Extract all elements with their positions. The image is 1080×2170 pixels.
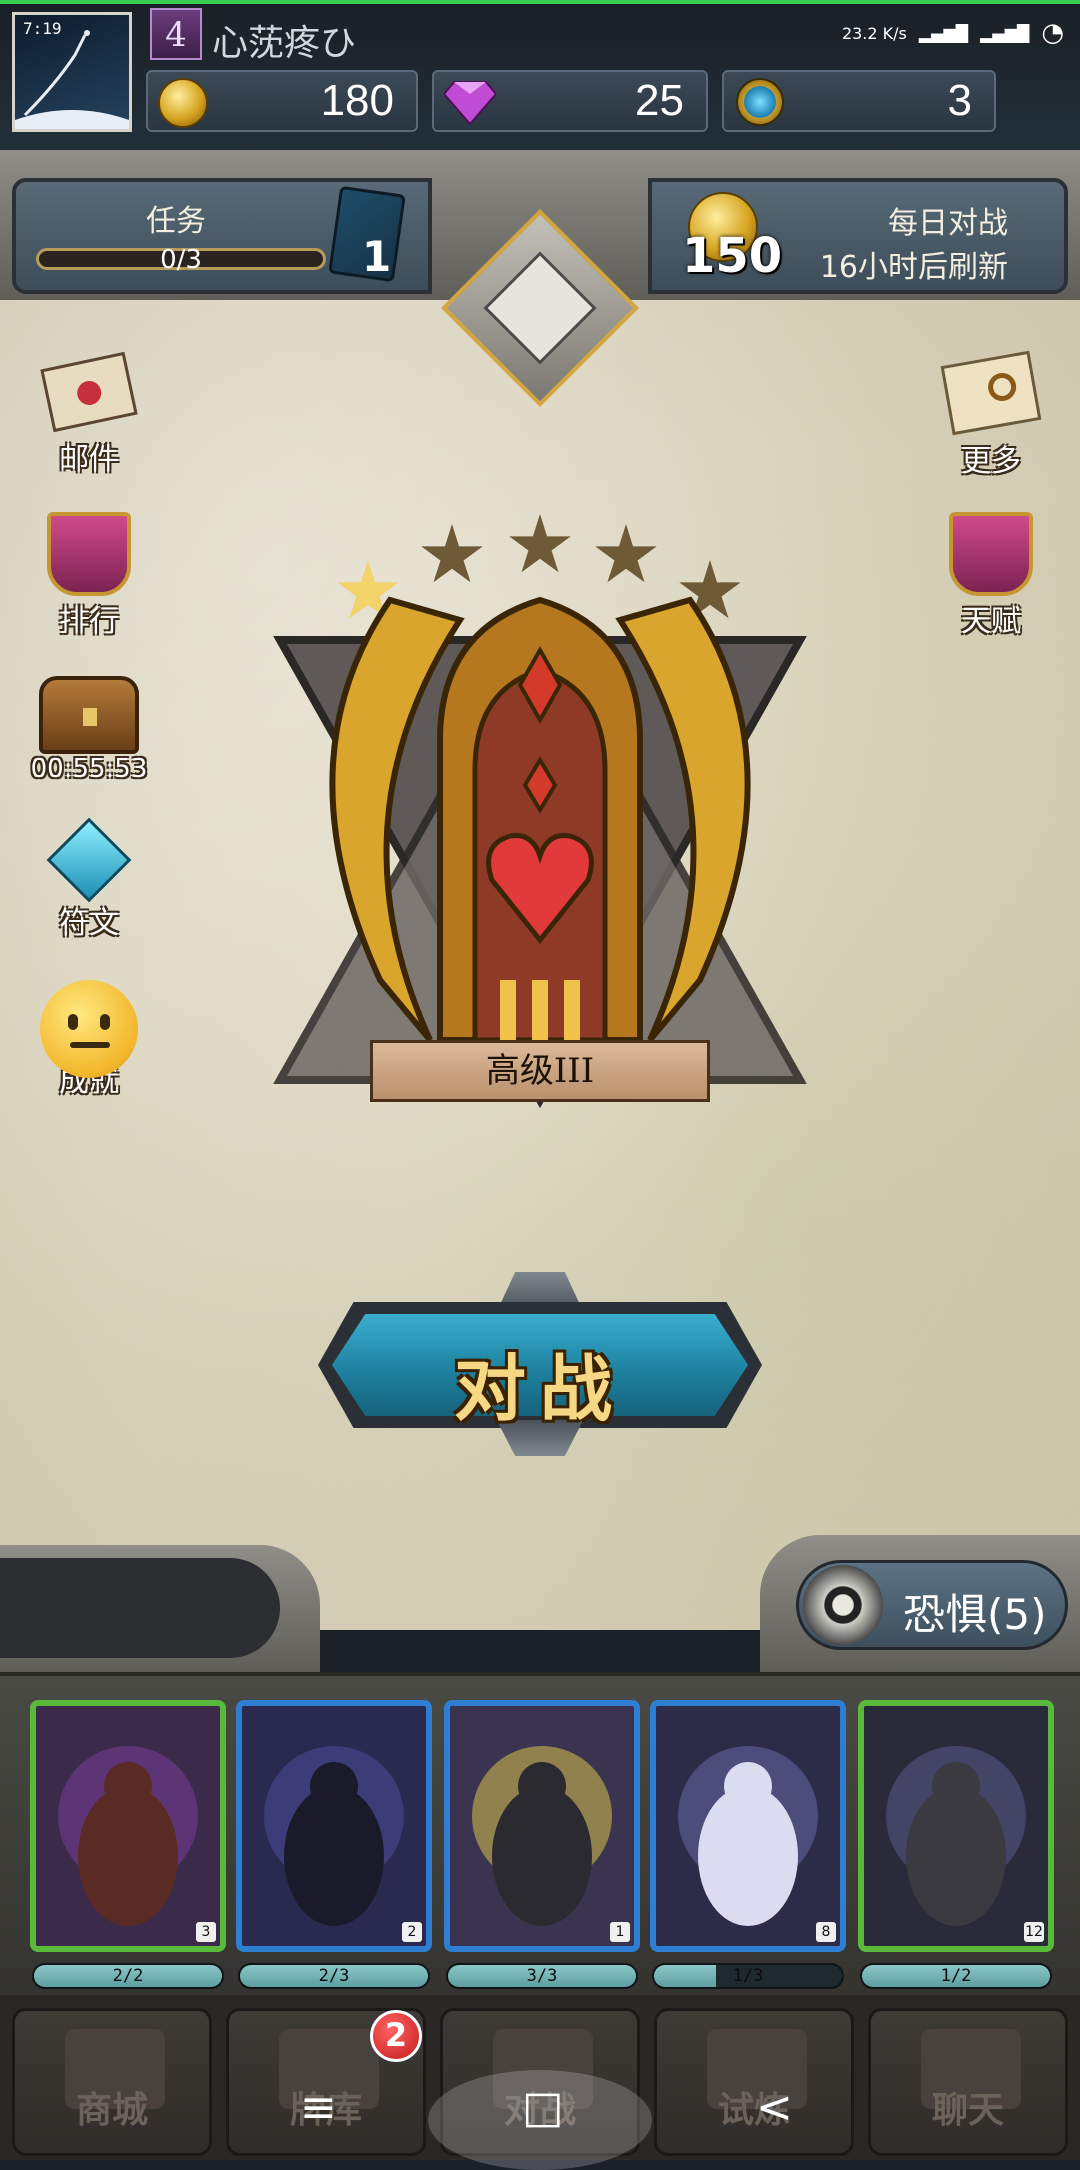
avatar[interactable]: 7:19: [12, 12, 132, 132]
chest-timer: 00:55:53: [30, 754, 148, 784]
battle-label: 对战: [453, 1346, 626, 1431]
gem-icon: [444, 81, 496, 124]
rune-label: 符文: [59, 906, 119, 941]
more-button[interactable]: 更多: [926, 350, 1056, 480]
card-art: [656, 1706, 840, 1946]
card-progress-bar: 1/2: [860, 1963, 1052, 1989]
card-level: 2: [402, 1922, 422, 1942]
home-icon[interactable]: □: [522, 2082, 564, 2133]
crystal-value: 3: [947, 76, 972, 125]
card-progress-label: 2/3: [318, 1966, 350, 1986]
mail-label: 邮件: [59, 442, 119, 477]
menu-icon[interactable]: ≡: [300, 2082, 337, 2133]
card-art: [864, 1706, 1048, 1946]
daily-refresh: 16小时后刷新: [819, 250, 1008, 285]
player-level-badge: 4: [150, 8, 202, 60]
rank-title: 高级III: [370, 1040, 710, 1102]
rank-emblem[interactable]: [270, 560, 810, 1120]
card-progress-bar: 2/3: [238, 1963, 430, 1989]
card-art: [36, 1706, 220, 1946]
task-progress-label: 0/3: [160, 245, 202, 275]
mail-button[interactable]: 邮件: [24, 351, 154, 478]
eye-icon: [803, 1565, 883, 1645]
daily-reward: 150: [682, 228, 783, 284]
deck-notification-badge: 2: [370, 2010, 422, 2062]
gem-value: 25: [635, 76, 684, 125]
chest-button[interactable]: 00:55:53: [24, 676, 154, 784]
status-bar: 23.2 K/s ▂▄▆█ ▂▄▆█ ◔: [842, 18, 1064, 48]
daily-battle-panel[interactable]: 150 每日对战 16小时后刷新: [648, 178, 1068, 294]
card-progress-label: 1/3: [732, 1966, 764, 1986]
deck-card[interactable]: 2: [236, 1700, 432, 1952]
rank-label: 排行: [59, 604, 119, 639]
signal-icon-2: ▂▄▆█: [980, 23, 1030, 43]
gold-counter[interactable]: 180: [146, 70, 418, 132]
deck-card[interactable]: 8: [650, 1700, 846, 1952]
task-title: 任务: [146, 204, 206, 239]
card-level: 8: [816, 1922, 836, 1942]
crystal-icon: [736, 78, 784, 126]
rune-icon: [46, 817, 132, 903]
deck-fear-button[interactable]: 恐惧(5): [796, 1560, 1068, 1650]
talent-banner-icon: [949, 512, 1033, 596]
card-progress-bar: 3/3: [446, 1963, 638, 1989]
task-panel[interactable]: 任务 0/3 1: [12, 178, 432, 294]
magnifier-scroll-icon: [940, 350, 1042, 436]
crystal-counter[interactable]: 3: [722, 70, 996, 132]
player-name: 心莐疼ひ: [212, 23, 357, 64]
task-progress-bar: 0/3: [36, 245, 326, 275]
deck-card[interactable]: 3: [30, 1700, 226, 1952]
card-progress-label: 2/2: [112, 1966, 144, 1986]
card-progress-bar: 2/2: [32, 1963, 224, 1989]
rank-button[interactable]: 排行: [24, 512, 154, 640]
card-level: 12: [1024, 1922, 1044, 1942]
gem-counter[interactable]: 25: [432, 70, 708, 132]
envelope-icon: [40, 351, 138, 433]
card-level: 1: [610, 1922, 630, 1942]
rune-button[interactable]: 符文: [24, 817, 154, 942]
back-icon[interactable]: <: [756, 2082, 793, 2133]
task-book-count: 1: [362, 232, 392, 281]
talent-label: 天赋: [961, 604, 1021, 639]
rank-banner-icon: [47, 512, 131, 596]
more-label: 更多: [961, 444, 1021, 479]
talent-button[interactable]: 天赋: [926, 512, 1056, 640]
net-speed: 23.2 K/s: [841, 23, 907, 43]
card-art: [242, 1706, 426, 1946]
card-progress-label: 3/3: [526, 1966, 558, 1986]
card-art: [450, 1706, 634, 1946]
deck-card[interactable]: 1: [444, 1700, 640, 1952]
card-level: 3: [196, 1922, 216, 1942]
card-progress-bar: 1/3: [652, 1963, 844, 1989]
fear-label: 恐惧(5): [903, 1590, 1047, 1639]
deck-slot: [0, 1558, 280, 1658]
signal-icon: ▂▄▆█: [918, 23, 969, 43]
deck-card[interactable]: 12: [858, 1700, 1054, 1952]
gold-coin-icon: [158, 78, 208, 128]
daily-title: 每日对战: [888, 206, 1008, 241]
battle-button[interactable]: 对战: [318, 1262, 762, 1462]
chest-icon: [39, 676, 139, 754]
wifi-icon: ◔: [1041, 18, 1064, 48]
card-progress-label: 1/2: [940, 1966, 972, 1986]
gold-value: 180: [320, 76, 394, 125]
smile-icon: [40, 980, 138, 1078]
system-nav: ≡ □ <: [0, 2060, 1080, 2170]
achievement-button[interactable]: 成就: [24, 980, 154, 1100]
